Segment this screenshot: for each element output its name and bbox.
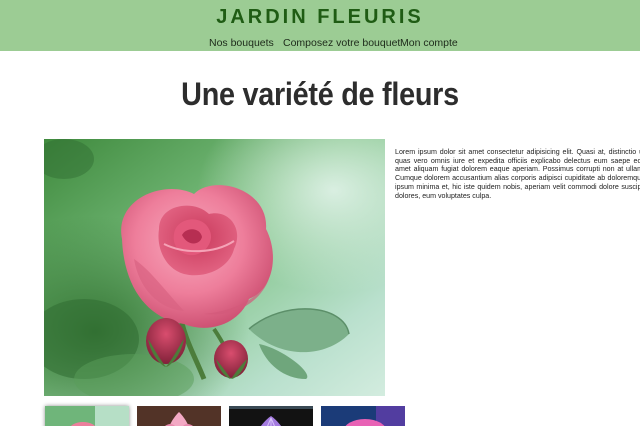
thumbnail-pink-rose[interactable] [45,406,129,426]
site-header: JARDIN FLEURIS Nos bouquets Composez vot… [0,0,640,51]
page-title: Une variété de fleurs [181,76,459,112]
pink-lotus-thumbnail [137,406,221,426]
nav-link-compose-bouquet[interactable]: Composez votre bouquet [283,37,400,49]
flower-description: Lorem ipsum dolor sit amet consectetur a… [395,148,640,200]
thumbnail-purple-flower[interactable] [229,406,313,426]
thumbnail-pink-daisy[interactable] [321,406,405,426]
purple-flower-thumbnail [229,406,313,426]
thumbnail-pink-lotus[interactable] [137,406,221,426]
nav-link-account[interactable]: Mon compte [400,37,458,49]
main-nav: Nos bouquets Composez votre bouquet Mon … [0,37,640,51]
pink-rose-thumbnail [45,406,129,426]
pink-daisy-thumbnail [321,406,405,426]
site-brand: JARDIN FLEURIS [216,6,424,28]
pink-rose-photo [44,139,385,396]
nav-link-bouquets[interactable]: Nos bouquets [209,37,274,49]
